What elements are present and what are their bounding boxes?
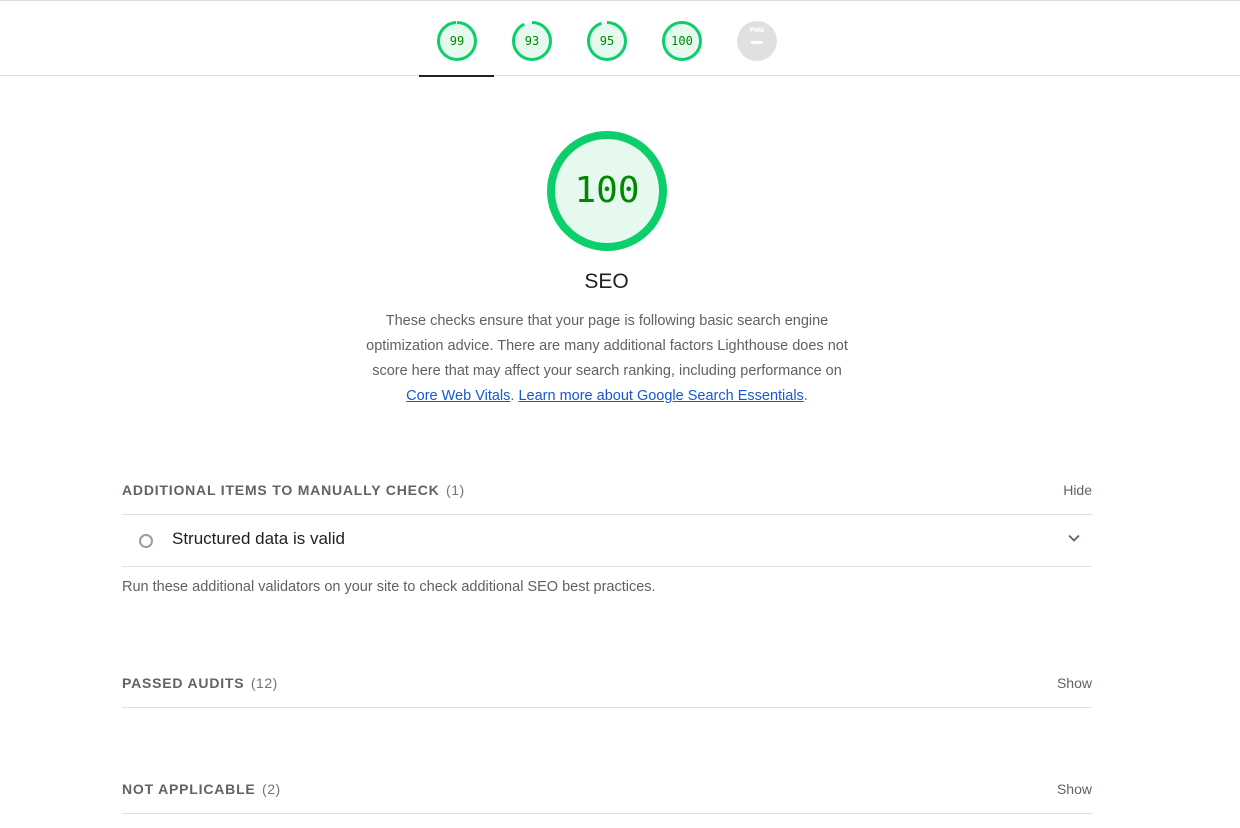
tab-best-practices[interactable]: 95	[586, 20, 628, 62]
manual-status-icon	[139, 534, 153, 548]
tab-accessibility[interactable]: 93	[511, 20, 553, 62]
group-title: ADDITIONAL ITEMS TO MANUALLY CHECK	[122, 482, 440, 498]
manual-check-note: Run these additional validators on your …	[122, 579, 656, 595]
description-text: These checks ensure that your page is fo…	[366, 313, 848, 379]
pwa-label: PWA	[749, 27, 765, 34]
tab-score: 99	[449, 34, 465, 48]
manual-check-group-header: ADDITIONAL ITEMS TO MANUALLY CHECK (1) H…	[122, 482, 1092, 502]
audit-structured-data[interactable]: Structured data is valid	[122, 515, 1092, 566]
core-web-vitals-link[interactable]: Core Web Vitals	[406, 388, 510, 404]
tab-seo[interactable]: 100	[661, 20, 703, 62]
not-applicable-group-header[interactable]: NOT APPLICABLE (2) Show	[122, 781, 1092, 801]
divider	[122, 566, 1092, 567]
group-count: (1)	[446, 482, 465, 498]
divider	[122, 813, 1092, 814]
category-gauge: 100	[546, 130, 668, 252]
tab-score: 95	[599, 34, 615, 48]
chevron-down-icon[interactable]	[1068, 534, 1080, 542]
tab-score: 93	[524, 34, 540, 48]
show-toggle[interactable]: Show	[1057, 675, 1092, 691]
group-count: (12)	[250, 675, 278, 691]
tab-performance[interactable]: 99	[436, 20, 478, 62]
score-tab-bar: 99 93 95 100 PWA	[0, 0, 1240, 77]
active-tab-indicator	[419, 75, 494, 77]
group-count: (2)	[262, 781, 281, 797]
hide-toggle[interactable]: Hide	[1063, 482, 1092, 498]
group-title: PASSED AUDITS	[122, 675, 245, 691]
show-toggle[interactable]: Show	[1057, 781, 1092, 797]
category-score: 100	[574, 170, 640, 211]
divider	[122, 707, 1092, 708]
search-essentials-link[interactable]: Learn more about Google Search Essential…	[518, 388, 803, 404]
group-title: NOT APPLICABLE	[122, 781, 256, 797]
category-title: SEO	[584, 270, 629, 293]
description-end: .	[803, 388, 808, 404]
category-description: These checks ensure that your page is fo…	[357, 309, 857, 409]
pwa-dash-icon	[751, 41, 763, 44]
tab-pwa[interactable]: PWA	[736, 20, 778, 62]
audit-title: Structured data is valid	[172, 529, 345, 548]
passed-audits-group-header[interactable]: PASSED AUDITS (12) Show	[122, 675, 1092, 695]
tab-score: 100	[671, 34, 693, 48]
